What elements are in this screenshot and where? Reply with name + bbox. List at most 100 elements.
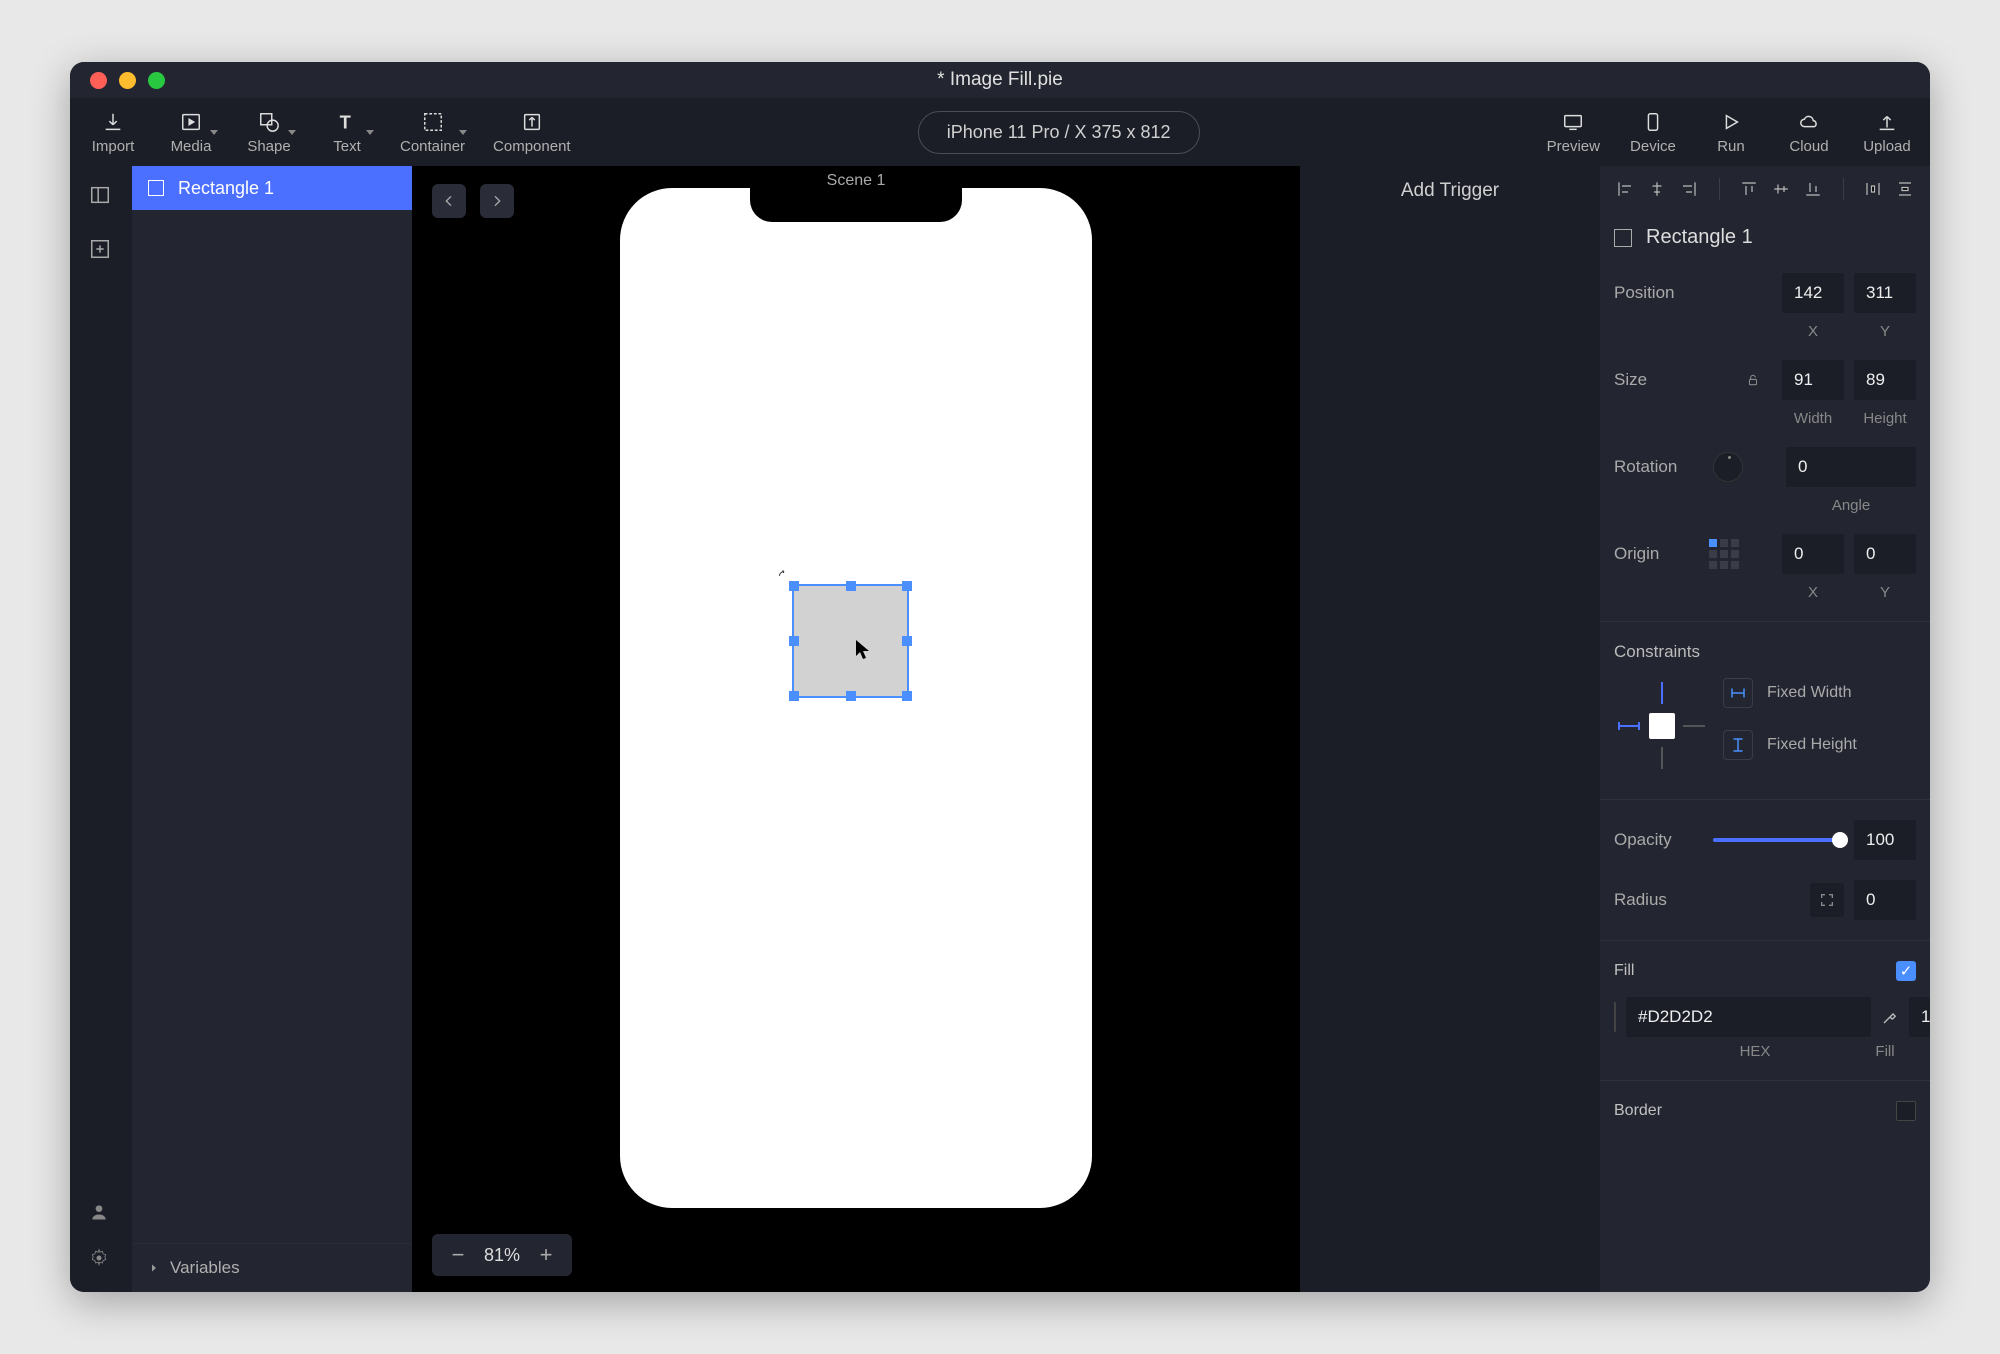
constraint-box[interactable] <box>1614 678 1709 773</box>
layer-item-rectangle-1[interactable]: Rectangle 1 <box>132 166 412 210</box>
device-button[interactable]: Device <box>1628 110 1678 155</box>
main-area: Rectangle 1 Variables Scene 1 <box>70 166 1930 1292</box>
fixed-height-toggle[interactable]: Fixed Height <box>1723 730 1857 760</box>
component-button[interactable]: Component <box>493 110 571 155</box>
resize-handle-tr[interactable] <box>902 581 912 591</box>
user-icon[interactable] <box>89 1202 113 1226</box>
container-button[interactable]: Container <box>400 110 465 155</box>
app-window: * Image Fill.pie Import Media Shape T Te… <box>70 62 1930 1292</box>
border-header: Border <box>1600 1091 1930 1127</box>
resize-handle-mr[interactable] <box>902 636 912 646</box>
rectangle-icon <box>148 180 164 196</box>
fill-header: Fill ✓ <box>1600 951 1930 991</box>
canvas[interactable]: Scene 1 − 81% + <box>412 166 1300 1292</box>
minimize-window-button[interactable] <box>119 72 136 89</box>
panels-icon[interactable] <box>89 184 113 208</box>
shape-icon <box>257 110 281 134</box>
upload-button[interactable]: Upload <box>1862 110 1912 155</box>
resize-handle-tm[interactable] <box>846 581 856 591</box>
size-label: Size <box>1614 370 1699 390</box>
inspector-panel: Rectangle 1 Position XY Size WidthHeight… <box>1600 166 1930 1292</box>
distribute-v-icon[interactable] <box>1894 178 1916 200</box>
import-label: Import <box>92 138 135 155</box>
upload-icon <box>1875 110 1899 134</box>
settings-icon[interactable] <box>89 1248 113 1272</box>
constraints-row: Fixed Width Fixed Height <box>1600 672 1930 789</box>
lock-aspect-icon[interactable] <box>1746 373 1766 387</box>
border-enabled-checkbox[interactable] <box>1896 1101 1916 1121</box>
zoom-in-button[interactable]: + <box>536 1242 556 1268</box>
resize-handle-ml[interactable] <box>789 636 799 646</box>
resize-handle-br[interactable] <box>902 691 912 701</box>
maximize-window-button[interactable] <box>148 72 165 89</box>
cloud-button[interactable]: Cloud <box>1784 110 1834 155</box>
upload-label: Upload <box>1863 138 1911 155</box>
preview-button[interactable]: Preview <box>1547 110 1600 155</box>
add-trigger-button[interactable]: Add Trigger <box>1401 180 1499 1292</box>
width-input[interactable] <box>1782 360 1844 400</box>
radius-label: Radius <box>1614 890 1699 910</box>
rotation-knob[interactable] <box>1713 452 1743 482</box>
back-button[interactable] <box>432 184 466 218</box>
align-bottom-icon[interactable] <box>1802 178 1824 200</box>
component-icon <box>520 110 544 134</box>
run-icon <box>1719 110 1743 134</box>
fixed-height-label: Fixed Height <box>1767 736 1857 754</box>
rotation-label: Rotation <box>1614 457 1699 477</box>
resize-handle-bm[interactable] <box>846 691 856 701</box>
origin-x-input[interactable] <box>1782 534 1844 574</box>
cursor-icon <box>856 640 872 660</box>
position-y-input[interactable] <box>1854 273 1916 313</box>
origin-grid[interactable] <box>1709 539 1739 569</box>
element-name-row: Rectangle 1 <box>1600 212 1930 263</box>
distribute-h-icon[interactable] <box>1862 178 1884 200</box>
device-selector[interactable]: iPhone 11 Pro / X 375 x 812 <box>918 111 1200 154</box>
left-sidebar <box>70 166 132 1292</box>
shape-label: Shape <box>247 138 290 155</box>
opacity-input[interactable] <box>1854 820 1916 860</box>
fill-amount-input[interactable] <box>1909 997 1930 1037</box>
y-sublabel: Y <box>1854 323 1916 340</box>
media-button[interactable]: Media <box>166 110 216 155</box>
preview-label: Preview <box>1547 138 1600 155</box>
fill-hex-input[interactable] <box>1626 997 1871 1037</box>
resize-handle-tl[interactable] <box>789 581 799 591</box>
position-x-input[interactable] <box>1782 273 1844 313</box>
fill-color-row <box>1600 991 1930 1043</box>
rotation-row: Rotation <box>1600 437 1930 497</box>
origin-y-input[interactable] <box>1854 534 1916 574</box>
import-button[interactable]: Import <box>88 110 138 155</box>
align-right-icon[interactable] <box>1678 178 1700 200</box>
text-icon: T <box>335 110 359 134</box>
eyedropper-icon[interactable] <box>1881 1008 1899 1026</box>
rotation-input[interactable] <box>1786 447 1916 487</box>
variables-toggle[interactable]: Variables <box>132 1243 412 1292</box>
device-label: Device <box>1630 138 1676 155</box>
cloud-label: Cloud <box>1789 138 1828 155</box>
add-scene-icon[interactable] <box>89 238 113 262</box>
zoom-out-button[interactable]: − <box>448 1242 468 1268</box>
container-label: Container <box>400 138 465 155</box>
fill-enabled-checkbox[interactable]: ✓ <box>1896 961 1916 981</box>
opacity-slider[interactable] <box>1713 838 1840 842</box>
opacity-row: Opacity <box>1600 810 1930 870</box>
forward-button[interactable] <box>480 184 514 218</box>
height-input[interactable] <box>1854 360 1916 400</box>
selected-rectangle[interactable] <box>792 584 909 698</box>
shape-button[interactable]: Shape <box>244 110 294 155</box>
radius-corners-button[interactable] <box>1810 883 1844 917</box>
run-button[interactable]: Run <box>1706 110 1756 155</box>
constraints-label: Constraints <box>1600 632 1930 672</box>
align-top-icon[interactable] <box>1738 178 1760 200</box>
radius-input[interactable] <box>1854 880 1916 920</box>
text-button[interactable]: T Text <box>322 110 372 155</box>
origin-y-sublabel: Y <box>1854 584 1916 601</box>
align-center-v-icon[interactable] <box>1770 178 1792 200</box>
fixed-width-toggle[interactable]: Fixed Width <box>1723 678 1857 708</box>
align-left-icon[interactable] <box>1614 178 1636 200</box>
fill-swatch[interactable] <box>1614 1002 1616 1032</box>
close-window-button[interactable] <box>90 72 107 89</box>
align-center-h-icon[interactable] <box>1646 178 1668 200</box>
resize-handle-bl[interactable] <box>789 691 799 701</box>
alignment-row <box>1600 166 1930 212</box>
